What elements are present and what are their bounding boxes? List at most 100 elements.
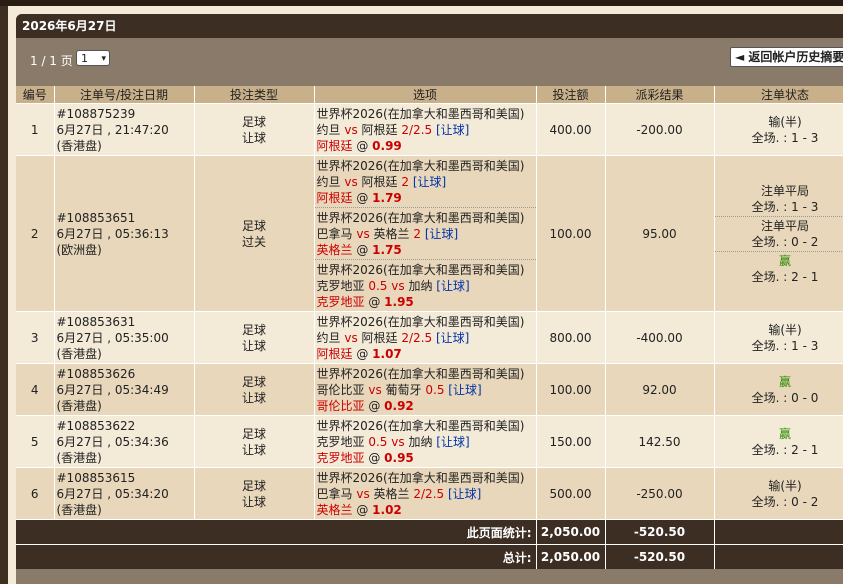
- selection-leg: 世界杯2026(在加拿大和墨西哥和美国) 克罗地亚 0.5 vs 加纳 [让球] 克…: [314, 259, 536, 311]
- bet-type-cell: 足球 让球: [194, 311, 315, 364]
- status-state: 赢: [778, 374, 791, 389]
- home-handicap: 0.5: [368, 279, 388, 293]
- bet-id: #108875239: [56, 106, 136, 121]
- bet-number: 6: [16, 467, 55, 520]
- stake-amount: 150.00: [536, 415, 606, 468]
- home-handicap: 0.5: [368, 435, 388, 449]
- status-cell: 输(半) 全场. : 1 - 3: [714, 103, 843, 156]
- handicap: 2/2.5: [413, 487, 445, 501]
- status-entry: 输(半) 全场. : 1 - 3: [715, 113, 843, 147]
- away-team: 英格兰: [373, 487, 410, 501]
- bet-kind-tag: [让球]: [436, 435, 470, 449]
- league-name: 世界杯2026(在加拿大和墨西哥和美国): [316, 471, 525, 485]
- bet-id-cell: #108853626 6月27日 , 05:34:49 (香港盘): [54, 363, 195, 416]
- bet-sport: 足球: [241, 322, 266, 337]
- home-team: 巴拿马: [316, 227, 353, 241]
- picked-team: 英格兰: [316, 243, 353, 257]
- bet-kind-tag: [让球]: [436, 279, 470, 293]
- selection-cell: 世界杯2026(在加拿大和墨西哥和美国) 克罗地亚 0.5 vs 加纳 [让球] 克…: [314, 415, 537, 468]
- bet-sport: 足球: [241, 426, 266, 441]
- selection-cell: 世界杯2026(在加拿大和墨西哥和美国) 哥伦比亚 vs 葡萄牙 0.5 [让球]…: [314, 363, 537, 416]
- odds-value: 1.95: [384, 295, 414, 309]
- status-entry: 注单平局 全场. : 1 - 3: [715, 182, 843, 216]
- table-header: 编号 注单号/投注日期 投注类型 选项 投注额 派彩结果 注单状态: [16, 86, 843, 104]
- col-header: 投注类型: [194, 86, 315, 104]
- bet-id-cell: #108853651 6月27日 , 05:36:13 (欧洲盘): [54, 155, 195, 312]
- page-select[interactable]: 1 ▾: [76, 50, 110, 66]
- page-frame: 2026年6月27日 1 / 1 页 1 ▾ ◄ 返回帐户历史摘要 编号 注单号…: [8, 6, 843, 584]
- bets-body: 1 #108875239 6月27日 , 21:47:20 (香港盘) 足球 让球 世界杯2…: [16, 103, 843, 520]
- selection-leg: 世界杯2026(在加拿大和墨西哥和美国) 哥伦比亚 vs 葡萄牙 0.5 [让球]…: [315, 364, 536, 415]
- status-state: 注单平局: [760, 183, 809, 198]
- page-summary-row: 此页面统计: 2,050.00 -520.50: [16, 519, 843, 545]
- bet-id-cell: #108853631 6月27日 , 05:35:00 (香港盘): [54, 311, 195, 364]
- stake-amount: 500.00: [536, 467, 606, 520]
- total-result: -520.50: [605, 544, 715, 569]
- status-cell: 赢全场. : 2 - 1: [714, 415, 843, 468]
- bet-kind-tag: [让球]: [448, 383, 482, 397]
- status-score: 全场. : 1 - 3: [751, 338, 819, 353]
- vs-label: vs: [356, 227, 370, 241]
- at-sign: @: [356, 347, 369, 361]
- status-cell: 输(半) 全场. : 1 - 3: [714, 311, 843, 364]
- home-team: 约旦: [316, 175, 341, 189]
- bet-type-cell: 足球 让球: [194, 103, 315, 156]
- league-name: 世界杯2026(在加拿大和墨西哥和美国): [316, 315, 525, 329]
- status-entry: 赢全场. : 2 - 1: [714, 250, 843, 286]
- picked-team: 哥伦比亚: [316, 399, 365, 413]
- home-team: 哥伦比亚: [316, 383, 365, 397]
- status-entry: 输(半) 全场. : 1 - 3: [715, 321, 843, 355]
- league-name: 世界杯2026(在加拿大和墨西哥和美国): [316, 367, 525, 381]
- selection-leg: 世界杯2026(在加拿大和墨西哥和美国) 巴拿马 vs 英格兰 2/2.5 [让球…: [315, 468, 536, 519]
- date-title: 2026年6月27日: [16, 14, 843, 38]
- page-summary-amount: 2,050.00: [536, 519, 606, 545]
- away-team: 英格兰: [373, 227, 410, 241]
- total-label: 总计:: [16, 544, 537, 569]
- bet-sport: 足球: [241, 374, 266, 389]
- table-row: 5 #108853622 6月27日 , 05:34:36 (香港盘) 足球 让球 世界杯2…: [16, 415, 843, 468]
- payout-result: 95.00: [605, 155, 715, 312]
- handicap: 0.5: [425, 383, 445, 397]
- bet-id-cell: #108853622 6月27日 , 05:34:36 (香港盘): [54, 415, 195, 468]
- status-score: 全场. : 1 - 3: [751, 199, 819, 214]
- page-summary-empty: [714, 519, 843, 545]
- selection-leg: 世界杯2026(在加拿大和墨西哥和美国) 约旦 vs 阿根廷 2/2.5 [让球]…: [315, 104, 536, 155]
- bet-id: #108853622: [56, 418, 136, 433]
- bet-market: (香港盘): [56, 346, 102, 361]
- away-team: 阿根廷: [361, 123, 398, 137]
- col-header: 注单状态: [714, 86, 843, 104]
- odds-value: 0.99: [372, 139, 402, 153]
- bet-type-cell: 足球 让球: [194, 467, 315, 520]
- bet-market: (香港盘): [56, 398, 102, 413]
- status-state: 注单平局: [760, 218, 809, 233]
- back-to-history-button[interactable]: ◄ 返回帐户历史摘要: [730, 47, 843, 67]
- payout-result: 142.50: [605, 415, 715, 468]
- status-score: 全场. : 2 - 1: [751, 269, 819, 284]
- status-entry: 输(半) 全场. : 0 - 2: [715, 477, 843, 511]
- page-label: 1 / 1 页: [30, 54, 73, 68]
- status-score: 全场. : 2 - 1: [751, 442, 819, 457]
- payout-result: -250.00: [605, 467, 715, 520]
- bet-number: 4: [16, 363, 55, 416]
- bet-market: (香港盘): [56, 138, 102, 153]
- picked-team: 阿根廷: [316, 191, 353, 205]
- table-row: 6 #108853615 6月27日 , 05:34:20 (香港盘) 足球 让球 世界杯2…: [16, 467, 843, 520]
- table-row: 2 #108853651 6月27日 , 05:36:13 (欧洲盘) 足球 过关 世界杯2…: [16, 155, 843, 312]
- picked-team: 克罗地亚: [316, 451, 365, 465]
- table-row: 1 #108875239 6月27日 , 21:47:20 (香港盘) 足球 让球 世界杯2…: [16, 103, 843, 156]
- league-name: 世界杯2026(在加拿大和墨西哥和美国): [316, 211, 525, 225]
- bet-id-cell: #108853615 6月27日 , 05:34:20 (香港盘): [54, 467, 195, 520]
- status-state: 赢: [778, 253, 791, 268]
- bet-id: #108853615: [56, 470, 136, 485]
- vs-label: vs: [344, 175, 358, 189]
- away-team: 阿根廷: [361, 331, 398, 345]
- odds-value: 1.75: [372, 243, 402, 257]
- bet-number: 3: [16, 311, 55, 364]
- page-select-value: 1: [81, 52, 88, 65]
- table-row: 3 #108853631 6月27日 , 05:35:00 (香港盘) 足球 让球 世界杯2…: [16, 311, 843, 364]
- bet-kind: 让球: [241, 130, 266, 145]
- status-state: 输(半): [768, 114, 802, 129]
- away-team: 加纳: [408, 279, 433, 293]
- bet-type-cell: 足球 让球: [194, 363, 315, 416]
- away-team: 阿根廷: [361, 175, 398, 189]
